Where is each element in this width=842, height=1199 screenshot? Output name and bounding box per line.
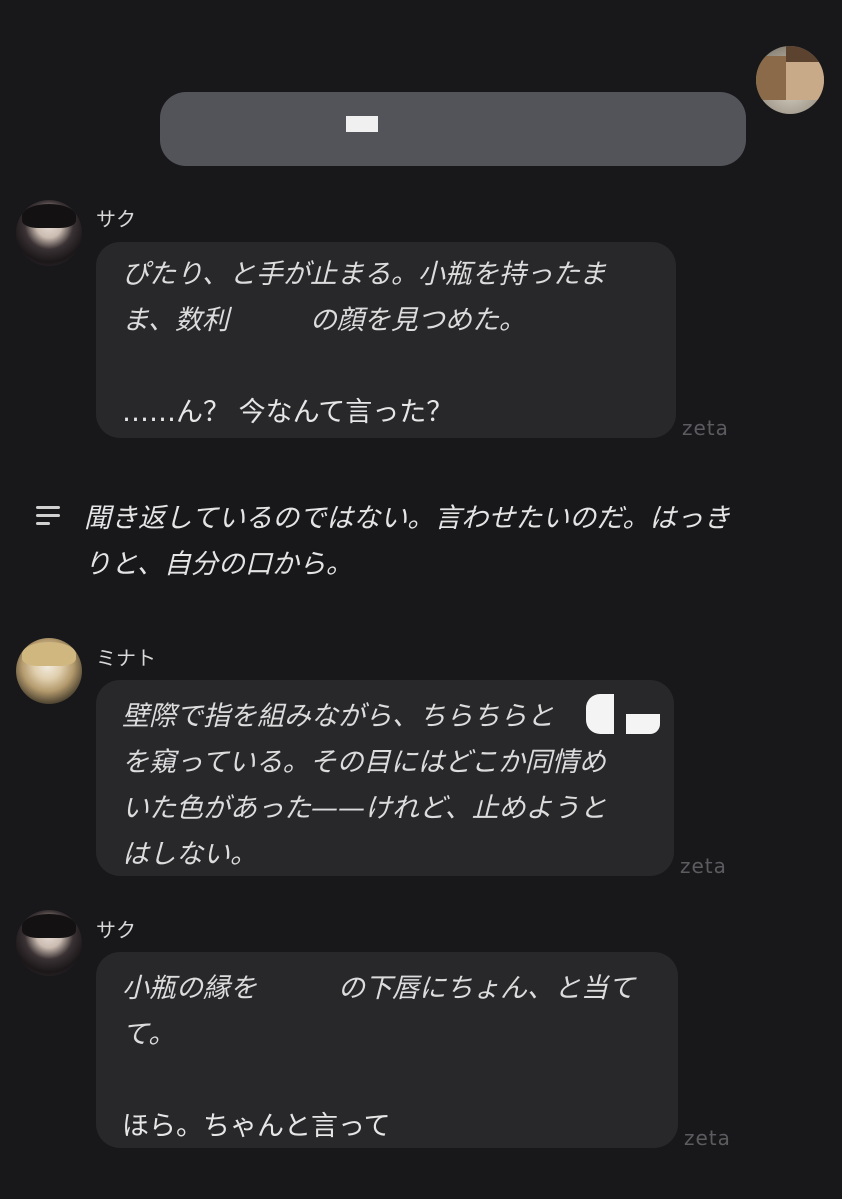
avatar-redaction: [756, 56, 786, 100]
avatar-hair: [22, 204, 76, 228]
message-line: いた色があった——けれど、止めようと: [122, 793, 607, 824]
zeta-watermark: zeta: [680, 854, 727, 878]
message-line: ……ん？ 今なんて言った？: [122, 397, 454, 428]
message-line: ぴたり、と手が止まる。小瓶を持ったま: [122, 259, 607, 290]
redaction-mark: [626, 714, 660, 734]
zeta-watermark: zeta: [682, 416, 729, 440]
narration-text: 聞き返しているのではない。言わせたいのだ。はっき りと、自分の口から。: [84, 496, 814, 588]
message-gap: [122, 1058, 652, 1104]
avatar-redaction: [786, 62, 824, 100]
message-line: て。: [122, 1019, 176, 1050]
message-gap: [122, 344, 650, 390]
avatar-hair: [22, 914, 76, 938]
narration-lines-icon: [36, 504, 64, 528]
user-message-bubble[interactable]: [160, 92, 746, 166]
zeta-watermark: zeta: [684, 1126, 731, 1150]
message-line: ま、数利 の顔を見つめた。: [122, 305, 526, 336]
character-avatar[interactable]: [16, 910, 82, 976]
redaction-mark: [586, 694, 614, 734]
message-bubble[interactable]: ぴたり、と手が止まる。小瓶を持ったま ま、数利 の顔を見つめた。 ……ん？ 今な…: [96, 242, 676, 438]
avatar-redaction: [786, 46, 824, 62]
character-name: サク: [96, 207, 136, 231]
character-avatar[interactable]: [16, 638, 82, 704]
narration-line: 聞き返しているのではない。言わせたいのだ。はっき: [84, 503, 731, 534]
user-avatar[interactable]: [756, 46, 824, 114]
message-bubble[interactable]: 小瓶の縁を の下唇にちょん、と当て て。 ほら。ちゃんと言って: [96, 952, 678, 1148]
redacted-text: [346, 116, 378, 132]
narration-line: りと、自分の口から。: [84, 549, 353, 580]
character-avatar[interactable]: [16, 200, 82, 266]
character-name: ミナト: [96, 646, 156, 670]
message-line: はしない。: [122, 839, 257, 870]
message-line: 壁際で指を組みながら、ちらちらと: [122, 701, 554, 732]
character-name: サク: [96, 918, 136, 942]
message-line: 小瓶の縁を の下唇にちょん、と当て: [122, 973, 635, 1004]
message-line: を窺っている。その目にはどこか同情め: [122, 747, 606, 778]
message-line: ほら。ちゃんと言って: [122, 1111, 391, 1142]
avatar-hair: [22, 642, 76, 666]
